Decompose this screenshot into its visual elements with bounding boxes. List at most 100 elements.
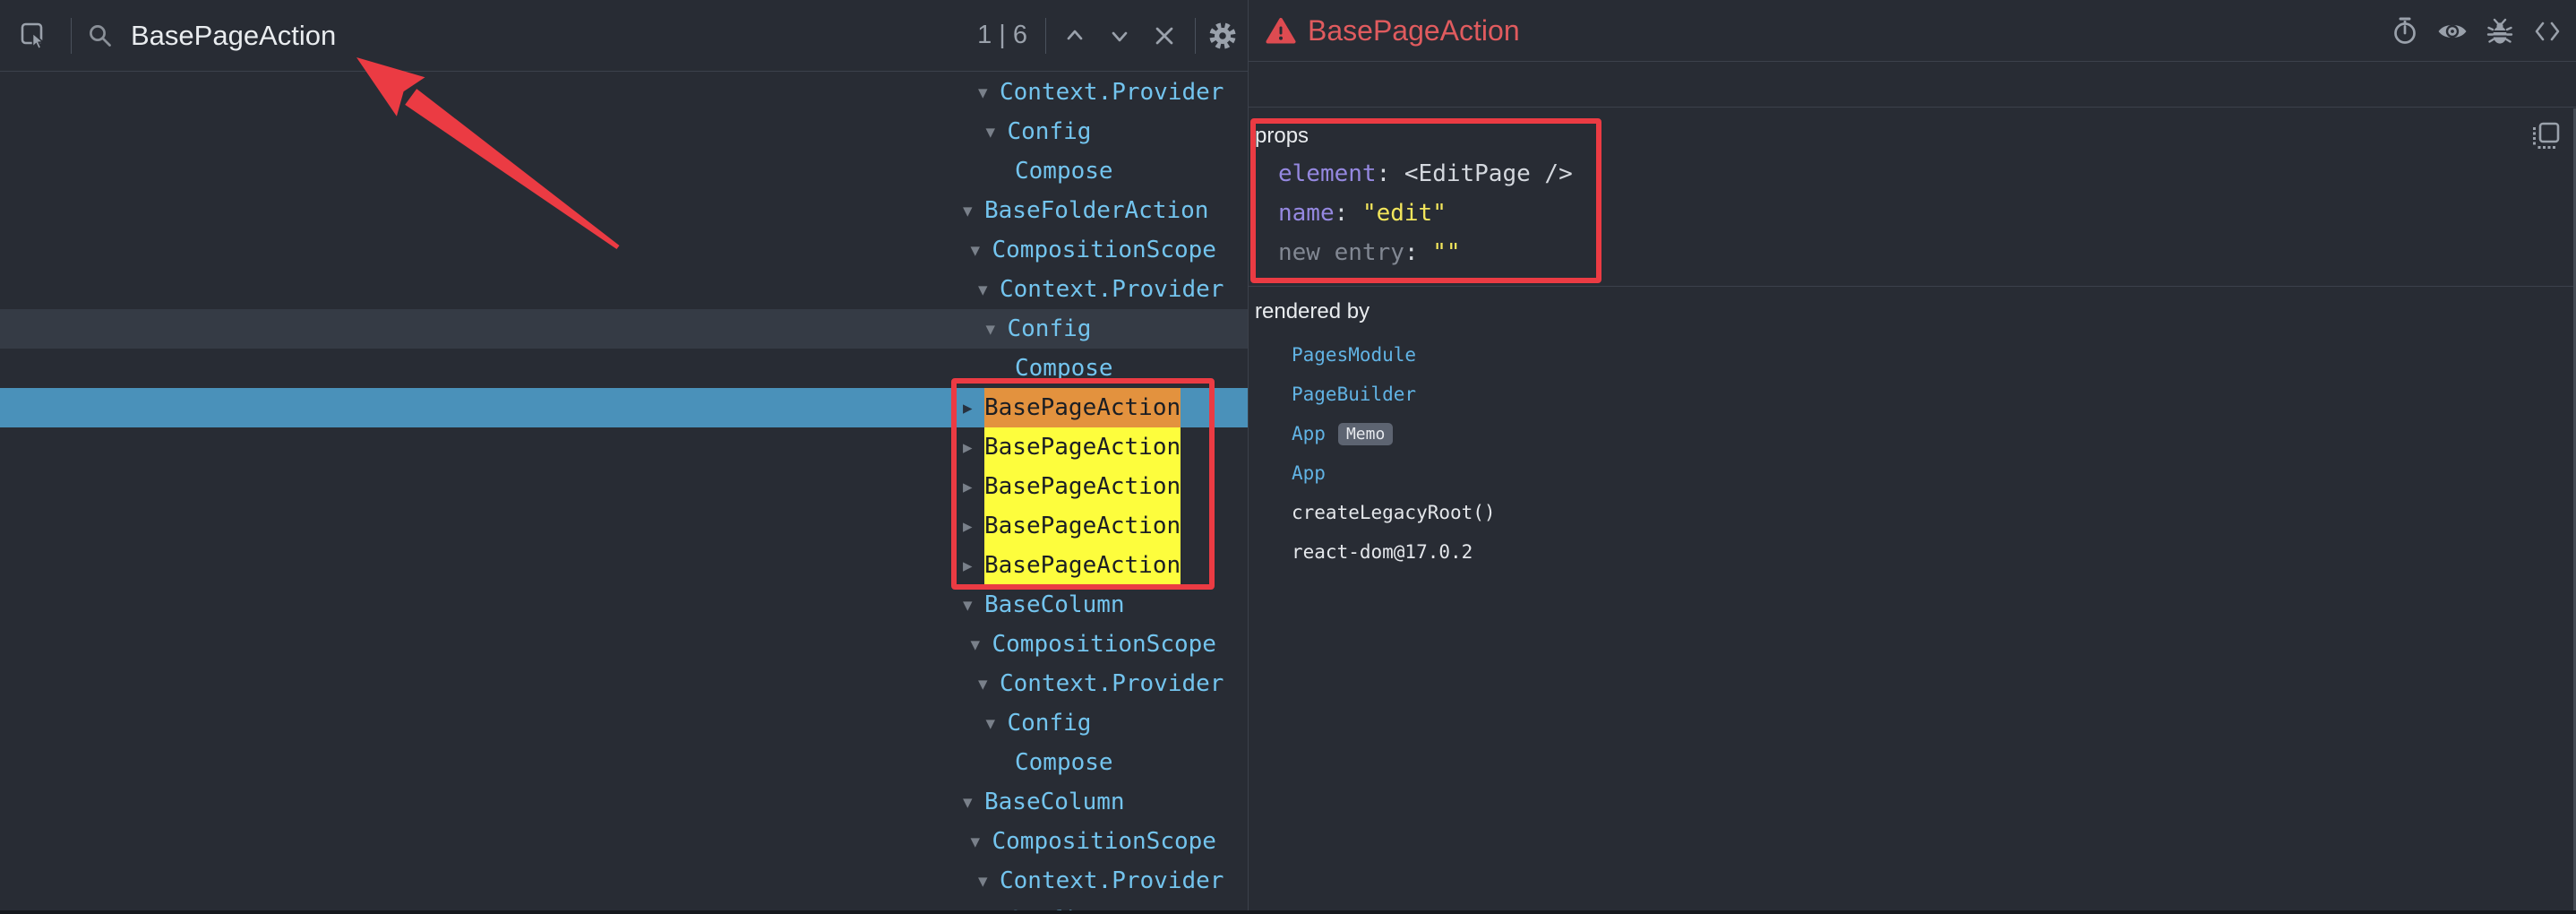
tree-row[interactable]: ▾CompositionScope [0,625,1248,664]
owner-link[interactable]: PageBuilder [1292,384,1416,405]
expander-down-icon[interactable]: ▾ [971,230,992,270]
tree-row[interactable]: ▾Context.Provider [0,270,1248,309]
prop-row[interactable]: element: <EditPage /> [1278,154,2576,194]
prop-row[interactable]: name: "edit" [1278,194,2576,233]
components-toolbar: 1 | 6 [0,0,1248,72]
expander-down-icon[interactable]: ▾ [986,112,1008,151]
inspected-element-panel: BasePageAction [1249,0,2576,914]
component-name: Context.Provider [1000,73,1224,112]
prop-value: "" [1432,239,1460,266]
props-section-label: props [1255,124,2576,149]
tree-row[interactable]: ▾CompositionScope [0,822,1248,861]
owner-link[interactable]: App [1292,423,1326,444]
rendered-by-item: react-dom@17.0.2 [1292,532,2576,572]
owner-label: react-dom@17.0.2 [1292,541,1473,563]
stopwatch-icon [2391,15,2419,47]
rendered-by-item[interactable]: App Memo [1292,414,2576,453]
components-panel: 1 | 6 ▾Context.Provider▾Co [0,0,1248,914]
clear-search-button[interactable] [1148,20,1181,52]
prop-colon: : [1404,239,1432,266]
component-name: BaseColumn [984,585,1125,625]
bottom-edge [0,910,2576,914]
component-name: BaseFolderAction [984,191,1208,230]
search-icon [86,22,115,50]
expander-down-icon[interactable]: ▾ [978,270,1000,309]
component-name: Compose [1015,151,1113,191]
tree-row[interactable]: Compose [0,743,1248,782]
rendered-by-section: rendered by PagesModule PageBuilder App Mem… [1249,287,2576,572]
component-name: Compose [1015,349,1113,388]
rendered-by-item[interactable]: PagesModule [1292,335,2576,375]
component-tree: ▾Context.Provider▾ConfigCompose▾BaseFold… [0,73,1248,914]
tree-row[interactable]: ▾Context.Provider [0,861,1248,901]
component-name: CompositionScope [992,230,1216,270]
expander-down-icon[interactable]: ▾ [986,309,1008,349]
inspect-dom-button[interactable] [2436,15,2469,47]
tree-row[interactable]: ▸BasePageAction [0,427,1248,467]
component-name: BaseColumn [984,782,1125,822]
tree-row[interactable]: ▾Config [0,703,1248,743]
expander-down-icon[interactable]: ▾ [978,73,1000,112]
tree-row[interactable]: ▾Context.Provider [0,73,1248,112]
prop-row[interactable]: new entry: "" [1278,233,2576,272]
search-input[interactable] [129,19,977,53]
expander-down-icon[interactable]: ▾ [963,585,984,625]
tree-row[interactable]: ▾Context.Provider [0,664,1248,703]
tree-row[interactable]: ▾Config [0,309,1248,349]
component-name: Config [1008,309,1092,349]
tree-row[interactable]: Compose [0,151,1248,191]
tree-row[interactable]: ▾BaseFolderAction [0,191,1248,230]
suspend-toggle-button[interactable] [2389,15,2421,47]
close-icon [1153,24,1176,47]
toolbar-separator [1045,18,1046,54]
search-results-counter: 1 | 6 [977,21,1027,50]
owner-link[interactable]: PagesModule [1292,344,1416,366]
expander-right-icon[interactable]: ▸ [963,467,984,506]
tree-row[interactable]: ▾BaseColumn [0,585,1248,625]
component-name: BasePageAction [984,467,1181,506]
expander-down-icon[interactable]: ▾ [978,861,1000,901]
eye-icon [2436,20,2469,43]
prop-key: name [1278,200,1335,227]
expander-down-icon[interactable]: ▾ [963,191,984,230]
expander-down-icon[interactable]: ▾ [978,664,1000,703]
tree-row[interactable]: ▸BasePageAction [0,506,1248,546]
tree-row[interactable]: ▸BasePageAction [0,467,1248,506]
memo-badge: Memo [1338,423,1393,445]
expander-down-icon[interactable]: ▾ [963,782,984,822]
warning-icon [1266,17,1296,44]
view-source-button[interactable] [2531,15,2563,47]
inspected-element-header: BasePageAction [1249,0,2576,62]
owner-link[interactable]: App [1292,462,1326,484]
next-match-button[interactable] [1103,20,1136,52]
inspect-element-button[interactable] [18,20,50,52]
tree-row[interactable]: ▸BasePageAction [0,546,1248,585]
settings-button[interactable] [1206,20,1239,52]
log-component-data-button[interactable] [2484,15,2516,47]
prop-key: new entry [1278,239,1404,266]
expander-down-icon[interactable]: ▾ [971,822,992,861]
chevron-down-icon [1107,23,1132,48]
search-icon-wrap [84,20,116,52]
copy-props-button[interactable] [2529,120,2562,152]
prop-value: <EditPage /> [1404,160,1573,187]
prop-value: "edit" [1362,200,1447,227]
tree-row[interactable]: ▾Config [0,112,1248,151]
tree-row[interactable]: Compose [0,349,1248,388]
rendered-by-item[interactable]: App [1292,453,2576,493]
expander-right-icon[interactable]: ▸ [963,546,984,585]
previous-match-button[interactable] [1059,20,1091,52]
expander-right-icon[interactable]: ▸ [963,427,984,467]
rendered-by-item: createLegacyRoot() [1292,493,2576,532]
tree-row[interactable]: ▾CompositionScope [0,230,1248,270]
rendered-by-item[interactable]: PageBuilder [1292,375,2576,414]
component-name: CompositionScope [992,822,1216,861]
expander-right-icon[interactable]: ▸ [963,506,984,546]
prop-colon: : [1377,160,1404,187]
rendered-by-section-label: rendered by [1255,299,2576,324]
expander-down-icon[interactable]: ▾ [986,703,1008,743]
tree-row[interactable]: ▸BasePageAction [0,388,1248,427]
expander-down-icon[interactable]: ▾ [971,625,992,664]
tree-row[interactable]: ▾BaseColumn [0,782,1248,822]
expander-right-icon[interactable]: ▸ [963,388,984,427]
